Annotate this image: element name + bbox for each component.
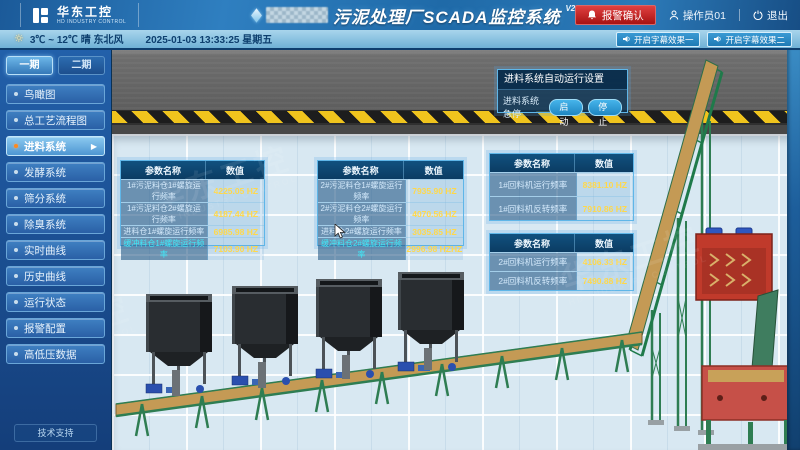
tech-support-link[interactable]: 技术支持 — [14, 424, 97, 442]
divider — [739, 9, 740, 21]
stop-button[interactable]: 停止 — [588, 99, 622, 116]
sidebar-item-alarm-config[interactable]: 报警配置 — [6, 318, 105, 338]
data-panel-feeder2: 参数名称数值 2#回料机运行频率4106.33 HZ 2#回料机反转频率7490… — [489, 233, 634, 291]
estop-label: 进料系统急停 — [503, 94, 544, 120]
sidebar-item-screening[interactable]: 筛分系统 — [6, 188, 105, 208]
table-row: 1#污泥料仓2#螺旋运行频率4187.44 HZ — [121, 202, 264, 225]
bell-icon — [587, 10, 597, 20]
bullet-icon — [14, 92, 18, 96]
sidebar-item-birdview[interactable]: 鸟瞰图 — [6, 84, 105, 104]
main-3d-viewport: 进料系统自动运行设置 进料系统急停 启动 停止 参数名称数值 1#污泥料仓1#螺… — [112, 48, 800, 450]
bullet-icon — [14, 326, 18, 330]
weather-text: 3℃ ~ 12℃ 晴 东北风 — [30, 31, 124, 46]
sidebar-item-feeding-system[interactable]: 进料系统 ▶ — [6, 136, 105, 156]
sidebar-item-fermentation[interactable]: 发酵系统 — [6, 162, 105, 182]
datetime-text: 2025-01-03 13:33:25 星期五 — [146, 31, 273, 46]
bullet-icon — [14, 222, 18, 226]
alarm-confirm-button[interactable]: 报警确认 — [575, 5, 656, 25]
bullet-icon — [14, 300, 18, 304]
logout-button[interactable]: 退出 — [753, 8, 788, 23]
chevron-right-icon: ▶ — [91, 142, 97, 151]
table-row: 2#污泥料仓1#螺旋运行频率7935.90 HZ — [318, 179, 463, 202]
table-row: 1#回料机运行频率8381.10 HZ — [490, 172, 633, 196]
viewport-edge-band — [787, 48, 800, 450]
sidebar-item-history-curve[interactable]: 历史曲线 — [6, 266, 105, 286]
logo-subtitle: HD INDUSTRY CONTROL — [57, 20, 126, 25]
start-button[interactable]: 启动 — [549, 99, 583, 116]
title-text: 污泥处理厂SCADA监控系统 — [333, 3, 560, 28]
logo-title: 华东工控 — [57, 6, 126, 18]
sidebar-nav: 一期 二期 鸟瞰图 总工艺流程图 进料系统 ▶ 发酵系统 筛分系统 除臭系统 实… — [0, 48, 112, 450]
bullet-icon — [14, 196, 18, 200]
bullet-icon — [14, 118, 18, 122]
power-icon — [753, 10, 763, 20]
page-title: 污泥处理厂SCADA监控系统 V2.0.1 — [252, 0, 603, 30]
scada-app: 华东工控 HD INDUSTRY CONTROL 污泥处理厂SCADA监控系统 … — [0, 0, 800, 450]
table-row: 2#回料机运行频率4106.33 HZ — [490, 252, 633, 271]
logo-icon — [33, 8, 49, 23]
table-row: 1#污泥料仓1#螺旋运行频率4225.05 HZ — [121, 179, 264, 202]
table-row: 2#污泥料仓2#螺旋运行频率4070.56 HZ — [318, 202, 463, 225]
bullet-icon — [14, 248, 18, 252]
lower-feed-box — [698, 366, 794, 450]
return-feeder-machine — [696, 228, 778, 368]
bullet-icon — [14, 144, 18, 148]
speaker-icon — [714, 35, 722, 45]
table-row: 进料仓1#螺旋运行频率6985.98 HZ — [121, 225, 264, 237]
brand-logo: 华东工控 HD INDUSTRY CONTROL — [20, 3, 139, 27]
user-icon — [669, 10, 679, 20]
sidebar-item-realtime-curve[interactable]: 实时曲线 — [6, 240, 105, 260]
marquee-effect-2-button[interactable]: 开启字幕效果二 — [707, 32, 792, 47]
sidebar-item-deodorization[interactable]: 除臭系统 — [6, 214, 105, 234]
table-row: 2#回料机反转频率7490.88 HZ — [490, 271, 633, 290]
header-bar: 华东工控 HD INDUSTRY CONTROL 污泥处理厂SCADA监控系统 … — [0, 0, 800, 31]
data-panel-line1: 参数名称数值 1#污泥料仓1#螺旋运行频率4225.05 HZ 1#污泥料仓2#… — [120, 160, 265, 246]
auto-run-settings-panel: 进料系统自动运行设置 进料系统急停 启动 停止 — [497, 69, 628, 113]
tab-phase-2[interactable]: 二期 — [58, 56, 105, 75]
bullet-icon — [14, 352, 18, 356]
tab-phase-1[interactable]: 一期 — [6, 56, 53, 75]
panel-title: 进料系统自动运行设置 — [498, 70, 627, 90]
sun-icon: ☼ — [14, 32, 24, 45]
table-row: 缓冲料仓1#螺旋运行频率7103.90 HZ — [121, 237, 264, 260]
speaker-icon — [623, 35, 631, 45]
marquee-effect-1-button[interactable]: 开启字幕效果一 — [616, 32, 701, 47]
sidebar-item-hv-lv-data[interactable]: 高低压数据 — [6, 344, 105, 364]
censored-plant-name — [266, 7, 328, 23]
sidebar-item-running-status[interactable]: 运行状态 — [6, 292, 105, 312]
operator-menu[interactable]: 操作员01 — [669, 8, 726, 23]
table-row: 1#回料机反转频率7910.86 HZ — [490, 196, 633, 220]
bullet-icon — [14, 274, 18, 278]
diamond-icon — [251, 8, 262, 23]
bullet-icon — [14, 170, 18, 174]
data-panel-feeder1: 参数名称数值 1#回料机运行频率8381.10 HZ 1#回料机反转频率7910… — [489, 153, 634, 221]
status-bar: ☼ 3℃ ~ 12℃ 晴 东北风 2025-01-03 13:33:25 星期五… — [0, 30, 800, 50]
sidebar-item-process-flow[interactable]: 总工艺流程图 — [6, 110, 105, 130]
mouse-cursor — [334, 224, 348, 245]
